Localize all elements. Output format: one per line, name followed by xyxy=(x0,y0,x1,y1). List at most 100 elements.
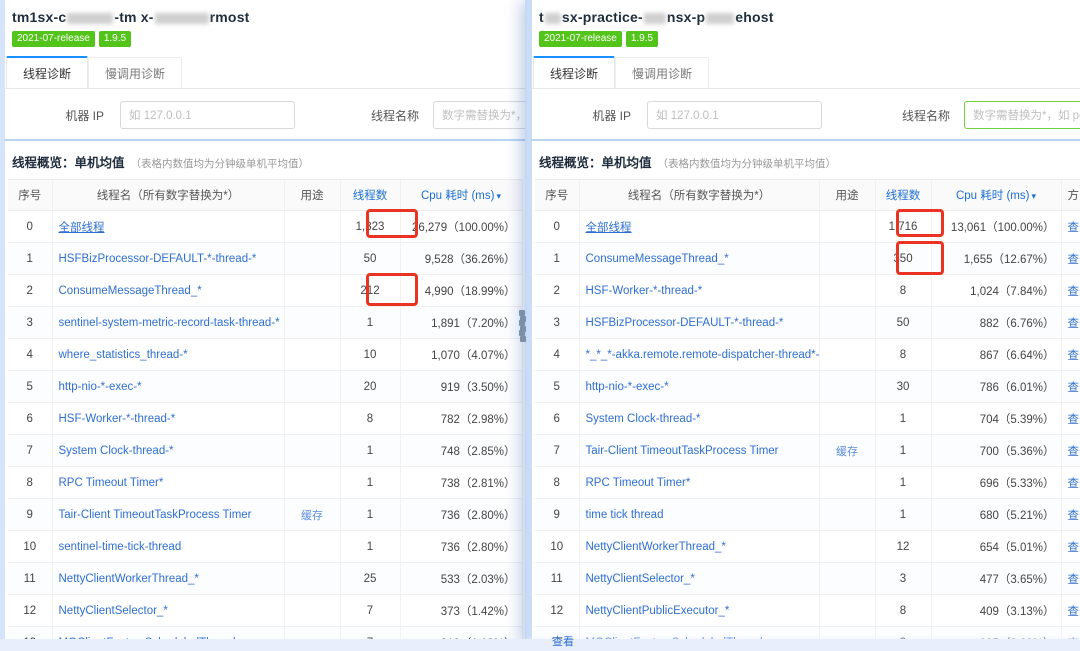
row-view-link[interactable]: 查 xyxy=(1068,286,1080,298)
thread-name-link[interactable]: NettyClientWorkerThread_* xyxy=(586,541,726,553)
row-index: 6 xyxy=(535,402,580,435)
row-cpu-time: 654（5.01%） xyxy=(931,530,1062,563)
right-window-left-grip[interactable] xyxy=(519,316,527,342)
right-col-purpose: 用途 xyxy=(819,179,876,211)
right-tab-thread-diagnosis[interactable]: 线程诊断 xyxy=(533,56,616,88)
row-view-link[interactable]: 查 xyxy=(1068,574,1080,586)
right-thread-input[interactable]: 数字需替换为*，如 pool-*-thread-* xyxy=(964,101,1080,129)
left-col-cpu-time[interactable]: Cpu 耗时 (ms) ▾ xyxy=(400,179,523,211)
row-thread-name: System Clock-thread-* xyxy=(52,434,285,467)
row-view-link[interactable]: 查 xyxy=(1068,350,1080,362)
thread-name-link[interactable]: 全部线程 xyxy=(586,222,632,234)
left-app-window: tm1sx-c -tm x-rmost 2021-07-release 1.9.5… xyxy=(0,0,527,651)
thread-name-link[interactable]: HSF-Worker-*-thread-* xyxy=(586,285,703,297)
table-row: 11 NettyClientWorkerThread_* 25 533（2.03%） xyxy=(8,562,523,595)
thread-name-link[interactable]: HSF-Worker-*-thread-* xyxy=(59,413,176,425)
row-cpu-time: 748（2.85%） xyxy=(400,434,523,467)
table-row: 7 Tair-Client TimeoutTaskProcess Timer 缓存 1… xyxy=(535,434,1080,467)
row-view-link[interactable]: 查 xyxy=(1068,606,1080,618)
thread-name-link[interactable]: RPC Timeout Timer* xyxy=(59,477,164,489)
row-cpu-time: 782（2.98%） xyxy=(400,402,523,435)
thread-name-link[interactable]: 全部线程 xyxy=(59,222,105,234)
left-filter-bar: 机器 IP 如 127.0.0.1 线程名称 数字需替换为*，如 pool-*-… xyxy=(0,89,527,141)
row-purpose xyxy=(819,562,876,595)
row-thread-name: NettyClientPublicExecutor_* xyxy=(579,594,820,627)
table-row: 5 http-nio-*-exec-* 30 786（6.01%） 查 xyxy=(535,370,1080,403)
left-col-thread-count[interactable]: 线程数 xyxy=(340,179,401,211)
row-cpu-time: 696（5.33%） xyxy=(931,466,1062,499)
thread-name-link[interactable]: ConsumeMessageThread_* xyxy=(586,253,729,265)
row-view-link[interactable]: 查 xyxy=(1068,414,1080,426)
row-action: 查 xyxy=(1061,562,1080,595)
table-row: 5 http-nio-*-exec-* 20 919（3.50%） xyxy=(8,370,523,403)
row-view-link[interactable]: 查 xyxy=(1068,446,1080,458)
row-view-link[interactable]: 查 xyxy=(1068,542,1080,554)
row-thread-name: HSFBizProcessor-DEFAULT-*-thread-* xyxy=(52,242,285,275)
thread-name-link[interactable]: http-nio-*-exec-* xyxy=(586,381,669,393)
right-thread-field-group: 线程名称 数字需替换为*，如 pool-*-thread-* xyxy=(888,101,1080,129)
thread-name-link[interactable]: NettyClientSelector_* xyxy=(586,573,695,585)
table-row: 12 NettyClientPublicExecutor_* 8 409（3.13%）… xyxy=(535,594,1080,627)
thread-name-link[interactable]: RPC Timeout Timer* xyxy=(586,477,691,489)
thread-name-link[interactable]: Tair-Client TimeoutTaskProcess Timer xyxy=(586,445,779,457)
left-ip-input[interactable]: 如 127.0.0.1 xyxy=(120,101,295,129)
bottom-view-link[interactable]: 查看 xyxy=(552,633,574,649)
table-row: 2 ConsumeMessageThread_* 212 4,990（18.99%） xyxy=(8,274,523,307)
row-view-link[interactable]: 查 xyxy=(1068,318,1080,330)
row-thread-count: 1,716 xyxy=(875,210,932,243)
row-index: 10 xyxy=(535,530,580,563)
row-thread-count: 212 xyxy=(340,274,401,307)
right-col-index: 序号 xyxy=(535,179,580,211)
thread-name-link[interactable]: NettyClientPublicExecutor_* xyxy=(586,605,730,617)
row-action: 查 xyxy=(1061,466,1080,499)
left-tab-slow-call-diagnosis[interactable]: 慢调用诊断 xyxy=(88,57,183,88)
row-thread-name: HSFBizProcessor-DEFAULT-*-thread-* xyxy=(579,306,820,339)
right-badge-group: 2021-07-release 1.9.5 xyxy=(539,31,1080,47)
row-purpose xyxy=(284,306,341,339)
row-view-link[interactable]: 查 xyxy=(1068,510,1080,522)
thread-name-link[interactable]: sentinel-system-metric-record-task-threa… xyxy=(59,317,280,329)
row-view-link[interactable]: 查 xyxy=(1068,382,1080,394)
row-thread-count: 1 xyxy=(340,466,401,499)
row-thread-name: NettyClientSelector_* xyxy=(579,562,820,595)
row-index: 3 xyxy=(535,306,580,339)
row-view-link[interactable]: 查 xyxy=(1068,478,1080,490)
thread-name-link[interactable]: *_*_*-akka.remote.remote-dispatcher-thre… xyxy=(586,349,819,361)
row-view-link[interactable]: 查 xyxy=(1068,254,1080,266)
row-thread-count: 350 xyxy=(875,242,932,275)
right-tab-slow-call-diagnosis[interactable]: 慢调用诊断 xyxy=(615,57,710,88)
row-cpu-time: 26,279（100.00%） xyxy=(400,210,523,243)
thread-name-link[interactable]: NettyClientWorkerThread_* xyxy=(59,573,199,585)
row-index: 12 xyxy=(8,594,53,627)
thread-name-link[interactable]: ConsumeMessageThread_* xyxy=(59,285,202,297)
thread-name-link[interactable]: NettyClientSelector_* xyxy=(59,605,168,617)
table-row: 10 sentinel-time-tick-thread 1 736（2.80%） xyxy=(8,530,523,563)
left-col-thread-name: 线程名（所有数字替换为*） xyxy=(52,179,285,211)
right-col-cpu-time[interactable]: Cpu 耗时 (ms) ▾ xyxy=(931,179,1062,211)
thread-name-link[interactable]: http-nio-*-exec-* xyxy=(59,381,142,393)
row-index: 7 xyxy=(535,434,580,467)
row-thread-count: 8 xyxy=(875,338,932,371)
left-tab-thread-diagnosis[interactable]: 线程诊断 xyxy=(6,56,89,88)
thread-name-link[interactable]: time tick thread xyxy=(586,509,664,521)
thread-name-link[interactable]: Tair-Client TimeoutTaskProcess Timer xyxy=(59,509,252,521)
right-ip-input[interactable]: 如 127.0.0.1 xyxy=(647,101,822,129)
row-cpu-time: 736（2.80%） xyxy=(400,498,523,531)
row-purpose: 缓存 xyxy=(284,498,341,531)
row-purpose xyxy=(819,402,876,435)
row-thread-count: 25 xyxy=(340,562,401,595)
row-view-link[interactable]: 查 xyxy=(1068,222,1080,234)
thread-name-link[interactable]: HSFBizProcessor-DEFAULT-*-thread-* xyxy=(586,317,784,329)
right-title-row: t sx-practice-nsx-p ehost xyxy=(539,7,1080,27)
right-thread-table: 序号 线程名（所有数字替换为*） 用途 线程数 Cpu 耗时 (ms) ▾ 方 0… xyxy=(535,179,1080,645)
right-col-thread-count[interactable]: 线程数 xyxy=(875,179,932,211)
thread-name-link[interactable]: System Clock-thread-* xyxy=(59,445,174,457)
thread-name-link[interactable]: sentinel-time-tick-thread xyxy=(59,541,182,553)
row-action: 查 xyxy=(1061,594,1080,627)
thread-name-link[interactable]: HSFBizProcessor-DEFAULT-*-thread-* xyxy=(59,253,257,265)
row-cpu-time: 373（1.42%） xyxy=(400,594,523,627)
thread-name-link[interactable]: System Clock-thread-* xyxy=(586,413,701,425)
thread-name-link[interactable]: where_statistics_thread-* xyxy=(59,349,188,361)
left-thread-input[interactable]: 数字需替换为*，如 pool-*-thread-* xyxy=(433,101,527,129)
row-thread-count: 1 xyxy=(340,306,401,339)
